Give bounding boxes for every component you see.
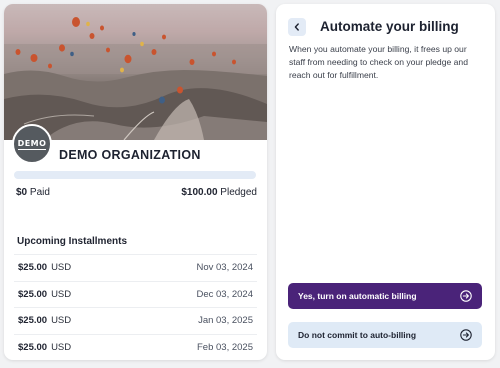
decline-auto-billing-label: Do not commit to auto-billing	[298, 330, 417, 340]
arrow-right-circle-icon	[460, 329, 472, 341]
installment-amount: $25.00	[18, 288, 48, 300]
installment-amount: $25.00	[18, 341, 48, 353]
installments-list: $25.00 USD Nov 03, 2024 $25.00 USD Dec 03,…	[14, 254, 257, 360]
installment-date: Jan 03, 2025	[198, 315, 253, 327]
pledge-progress-bar	[14, 171, 256, 179]
installment-currency: USD	[51, 315, 72, 327]
organization-avatar: DEMO	[12, 124, 52, 164]
enable-auto-billing-label: Yes, turn on automatic billing	[298, 291, 417, 301]
pledged-summary: $100.00 Pledged	[181, 187, 257, 198]
installment-row: $25.00 USD Nov 03, 2024	[14, 254, 257, 281]
chevron-left-icon	[294, 23, 299, 31]
installments-heading: Upcoming Installments	[17, 236, 128, 247]
paid-summary: $0 Paid	[16, 187, 50, 198]
installment-date: Nov 03, 2024	[196, 262, 253, 274]
installment-amount: $25.00	[18, 262, 48, 274]
enable-auto-billing-button[interactable]: Yes, turn on automatic billing	[288, 283, 482, 309]
back-button[interactable]	[288, 18, 306, 36]
installment-currency: USD	[51, 341, 72, 353]
automate-billing-panel: Automate your billing When you automate …	[276, 4, 495, 360]
arrow-right-circle-icon	[460, 290, 472, 302]
installment-date: Feb 03, 2025	[197, 341, 253, 353]
installment-row: $25.00 USD Jan 03, 2025	[14, 307, 257, 334]
hero-image	[4, 4, 267, 140]
panel-title: Automate your billing	[320, 19, 459, 34]
decline-auto-billing-button[interactable]: Do not commit to auto-billing	[288, 322, 482, 348]
pledged-label: Pledged	[220, 187, 257, 198]
panel-description: When you automate your billing, it frees…	[289, 44, 468, 80]
avatar-logo-text: DEMO	[17, 138, 47, 150]
pledge-card: DEMO DEMO ORGANIZATION $0 Paid $100.00 P…	[4, 4, 267, 360]
installment-currency: USD	[51, 288, 72, 300]
paid-label: Paid	[29, 187, 50, 198]
paid-amount: $0	[16, 187, 28, 198]
installment-date: Dec 03, 2024	[196, 288, 253, 300]
installment-currency: USD	[51, 262, 72, 274]
installment-row: $25.00 USD Feb 03, 2025	[14, 333, 257, 361]
pledged-amount: $100.00	[181, 187, 218, 198]
installment-amount: $25.00	[18, 315, 48, 327]
organization-name: DEMO ORGANIZATION	[59, 148, 201, 162]
installment-row: $25.00 USD Dec 03, 2024	[14, 280, 257, 308]
